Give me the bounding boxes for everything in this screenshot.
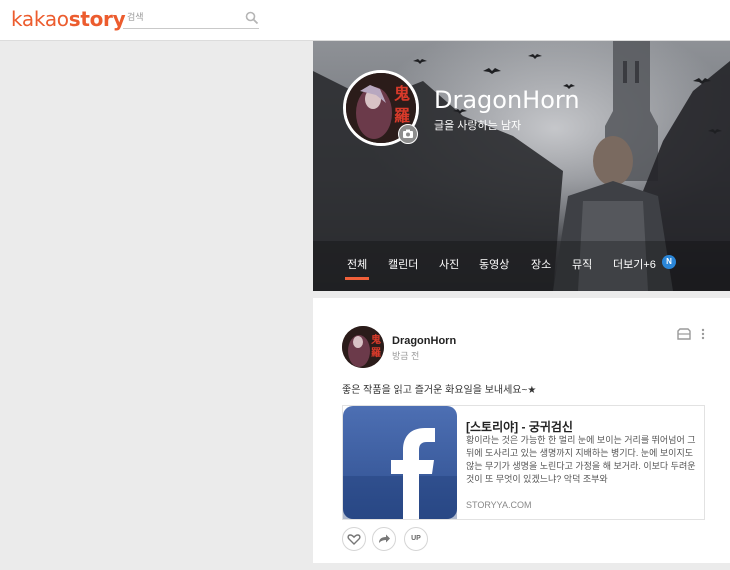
post-timestamp[interactable]: 방금 전 — [392, 349, 419, 362]
more-options-icon[interactable] — [701, 328, 705, 340]
top-bar: kakaostory — [0, 0, 730, 41]
search-icon[interactable] — [245, 11, 259, 25]
tab-all[interactable]: 전체 — [344, 256, 370, 280]
logo-prefix: kakao — [11, 7, 69, 31]
svg-text:羅: 羅 — [394, 106, 410, 125]
tab-videos[interactable]: 동영상 — [479, 256, 509, 272]
tab-more[interactable]: 더보기+6 — [613, 256, 656, 272]
new-badge: N — [662, 255, 676, 269]
post-text: 좋은 작품을 읽고 즐거운 화요일을 보내세요~★ — [342, 385, 537, 396]
up-label: UP — [411, 535, 421, 542]
search-input[interactable] — [127, 11, 237, 25]
profile-cover: 鬼 羅 DragonHorn 글을 사랑하는 남자 전체 캘린더 사진 동영상 … — [313, 41, 730, 291]
kakaostory-logo[interactable]: kakaostory — [11, 7, 126, 31]
svg-text:羅: 羅 — [371, 347, 381, 359]
tab-music[interactable]: 뮤직 — [572, 256, 592, 272]
facebook-logo-icon — [343, 406, 457, 519]
post-card: 鬼 羅 DragonHorn 방금 전 좋은 작품을 읽고 즐거운 화요일을 보… — [313, 298, 730, 563]
camera-icon[interactable] — [398, 124, 418, 144]
post-menu — [677, 326, 707, 342]
link-preview-card[interactable]: [스토리야] - 궁귀검신 황이라는 것은 가능한 한 멀리 눈에 보이는 거리… — [342, 405, 705, 520]
bookmark-icon[interactable] — [677, 328, 691, 340]
link-domain: STORYYA.COM — [466, 500, 532, 510]
link-title: [스토리야] - 궁귀검신 — [466, 420, 573, 434]
like-button[interactable] — [342, 527, 366, 551]
up-button[interactable]: UP — [404, 527, 428, 551]
svg-text:鬼: 鬼 — [371, 333, 381, 346]
profile-description: 글을 사랑하는 남자 — [434, 120, 522, 132]
tab-photos[interactable]: 사진 — [439, 256, 459, 272]
share-button[interactable] — [372, 527, 396, 551]
heart-icon — [347, 534, 361, 545]
tab-places[interactable]: 장소 — [531, 256, 551, 272]
share-icon — [379, 534, 390, 543]
svg-text:鬼: 鬼 — [394, 84, 410, 103]
author-avatar-image: 鬼 羅 — [342, 326, 384, 368]
tab-calendar[interactable]: 캘린더 — [388, 256, 418, 272]
search-box — [123, 9, 259, 29]
post-author-avatar[interactable]: 鬼 羅 — [342, 326, 384, 368]
link-thumbnail — [343, 406, 457, 519]
logo-suffix: story — [68, 7, 126, 31]
link-description: 황이라는 것은 가능한 한 멀리 눈에 보이는 거리를 뛰어넘어 그 뒤에 도사… — [466, 435, 696, 484]
profile-name: DragonHorn — [434, 86, 580, 114]
post-author-name[interactable]: DragonHorn — [392, 335, 456, 347]
profile-tabs: 전체 캘린더 사진 동영상 장소 뮤직 더보기+6 N — [313, 250, 730, 291]
